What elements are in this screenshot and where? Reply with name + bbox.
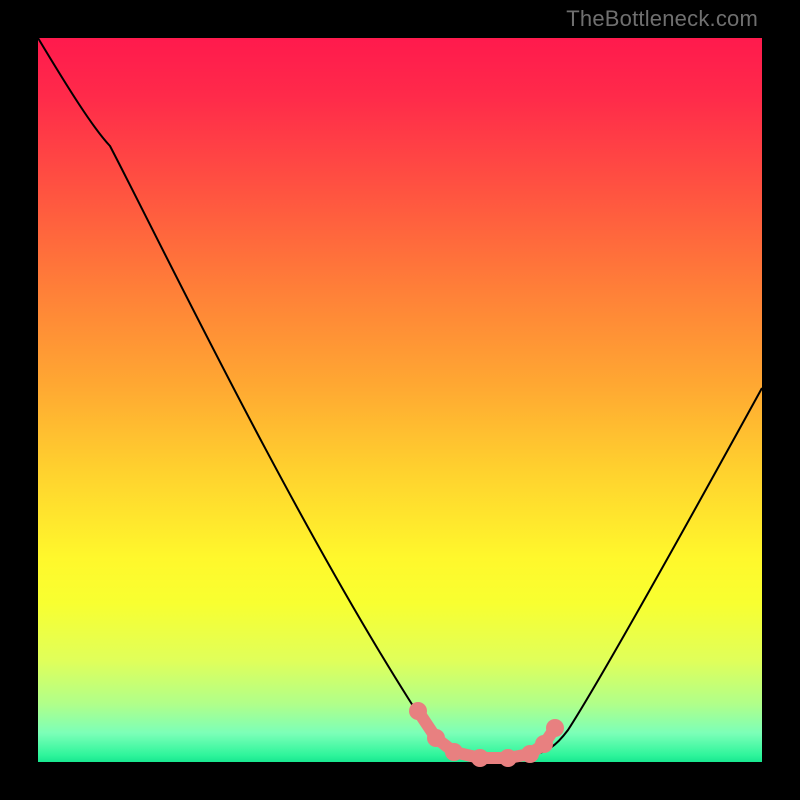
watermark-text: TheBottleneck.com — [566, 6, 758, 32]
marker-dot — [471, 749, 489, 767]
bottleneck-curve — [38, 38, 762, 758]
marker-dot — [535, 735, 553, 753]
marker-dot — [445, 743, 463, 761]
marker-dot — [499, 749, 517, 767]
marker-dot — [427, 729, 445, 747]
chart-container: TheBottleneck.com — [0, 0, 800, 800]
chart-svg — [38, 38, 762, 762]
marker-dot — [546, 719, 564, 737]
marker-dot — [409, 702, 427, 720]
